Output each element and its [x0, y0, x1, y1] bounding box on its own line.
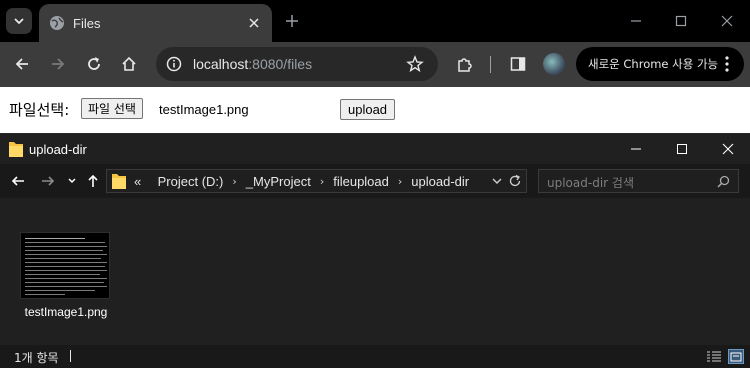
reload-icon[interactable]: [83, 53, 105, 75]
explorer-close-icon[interactable]: [719, 140, 737, 158]
file-select-label: 파일선택:: [9, 101, 70, 119]
profile-avatar[interactable]: [543, 53, 565, 75]
back-arrow-icon[interactable]: [11, 53, 33, 75]
chrome-tab-strip: Files: [0, 0, 750, 42]
new-tab-plus-icon[interactable]: [283, 12, 301, 30]
breadcrumb-myproject[interactable]: _MyProject: [246, 174, 311, 189]
explorer-maximize-icon[interactable]: [673, 140, 691, 158]
thumbnail-line: [25, 262, 107, 263]
large-icons-view-icon[interactable]: [728, 349, 744, 364]
explorer-file-area[interactable]: testImage1.png: [0, 198, 750, 345]
explorer-minimize-icon[interactable]: [627, 140, 645, 158]
explorer-window-title: upload-dir: [29, 142, 87, 157]
forward-arrow-icon[interactable]: [47, 53, 69, 75]
chrome-update-label: 새로운 Chrome 사용 가능: [588, 57, 719, 71]
address-dropdown-icon[interactable]: [490, 174, 504, 188]
close-tab-icon[interactable]: [244, 13, 264, 33]
address-folder-icon: [112, 174, 126, 189]
details-view-icon[interactable]: [706, 349, 722, 364]
chrome-update-button[interactable]: 새로운 Chrome 사용 가능: [576, 47, 744, 81]
url-text: localhost:8080/files: [193, 56, 312, 72]
file-name-label: testImage1.png: [24, 305, 108, 319]
site-info-icon[interactable]: [165, 55, 183, 73]
toolbar-divider: [490, 56, 491, 73]
chevron-down-icon: [14, 18, 24, 25]
address-bar[interactable]: localhost:8080/files: [156, 47, 438, 81]
thumbnail-line: [25, 238, 85, 239]
side-panel-icon[interactable]: [507, 53, 529, 75]
explorer-status-bar: 1개 항목: [0, 345, 750, 368]
extensions-puzzle-icon[interactable]: [454, 53, 476, 75]
kebab-menu-icon[interactable]: [718, 53, 736, 75]
breadcrumb-overflow[interactable]: «: [134, 174, 141, 189]
breadcrumb-fileupload[interactable]: fileupload: [333, 174, 389, 189]
thumbnail-line: [25, 250, 103, 251]
screen: Files localhost:8080/files 새로운 Chrome 사용…: [0, 0, 750, 368]
explorer-back-icon[interactable]: [10, 173, 26, 189]
item-count: 1개 항목: [14, 351, 59, 365]
home-icon[interactable]: [118, 53, 140, 75]
thumbnail-line: [25, 274, 100, 275]
breadcrumb-drive[interactable]: Project (D:): [158, 174, 224, 189]
chrome-toolbar: localhost:8080/files 새로운 Chrome 사용 가능: [0, 42, 750, 87]
search-icon[interactable]: [717, 175, 730, 188]
upload-button[interactable]: upload: [340, 99, 396, 120]
tab-search-button[interactable]: [6, 8, 32, 34]
thumbnail-line: [25, 242, 105, 243]
thumbnail-line: [25, 258, 101, 259]
url-host: localhost: [193, 56, 249, 72]
file-explorer-window: upload-dir « Project (D:) › _MyProject ›…: [0, 133, 750, 368]
thumbnail-line: [25, 290, 95, 291]
explorer-navigation-bar: « › Project (D:) › _MyProject › fileuplo…: [0, 164, 750, 198]
up-arrow-icon[interactable]: [85, 173, 101, 189]
url-path: :8080/files: [248, 56, 313, 72]
chosen-file-name: testImage1.png: [159, 102, 249, 117]
thumbnail-line: [25, 278, 107, 279]
tab-title: Files: [73, 15, 101, 31]
thumbnail-line: [25, 282, 104, 283]
thumbnail-line: [25, 286, 107, 287]
maximize-icon[interactable]: [670, 10, 692, 32]
globe-icon: [49, 15, 65, 31]
breadcrumb-separator-icon[interactable]: ›: [398, 175, 402, 188]
thumbnail-line: [25, 246, 107, 247]
thumbnail-line: [25, 266, 105, 267]
close-window-icon[interactable]: [716, 10, 738, 32]
image-thumbnail: [20, 232, 110, 299]
thumbnail-line: [25, 270, 107, 271]
thumbnail-line: [25, 254, 107, 255]
breadcrumb-separator-icon[interactable]: ›: [232, 175, 236, 188]
web-page: 파일선택: 파일 선택 testImage1.png upload: [0, 87, 750, 133]
recent-locations-chevron-icon[interactable]: [64, 173, 80, 189]
search-placeholder: upload-dir 검색: [547, 176, 634, 190]
breadcrumb-separator-icon[interactable]: ›: [320, 175, 324, 188]
browser-tab[interactable]: Files: [39, 4, 272, 42]
file-item[interactable]: testImage1.png: [18, 228, 114, 319]
breadcrumb-upload-dir[interactable]: upload-dir: [411, 174, 469, 189]
status-divider: [70, 350, 71, 362]
explorer-title-bar: upload-dir: [0, 133, 750, 164]
folder-icon: [9, 142, 23, 157]
thumbnail-line: [25, 294, 65, 295]
bookmark-star-icon[interactable]: [406, 55, 424, 73]
explorer-forward-icon[interactable]: [40, 173, 56, 189]
refresh-icon[interactable]: [508, 174, 522, 188]
explorer-address-bar[interactable]: « › Project (D:) › _MyProject › fileuplo…: [106, 169, 527, 193]
minimize-icon[interactable]: [625, 10, 647, 32]
explorer-search-box[interactable]: upload-dir 검색: [538, 169, 739, 193]
choose-file-button[interactable]: 파일 선택: [81, 98, 143, 119]
